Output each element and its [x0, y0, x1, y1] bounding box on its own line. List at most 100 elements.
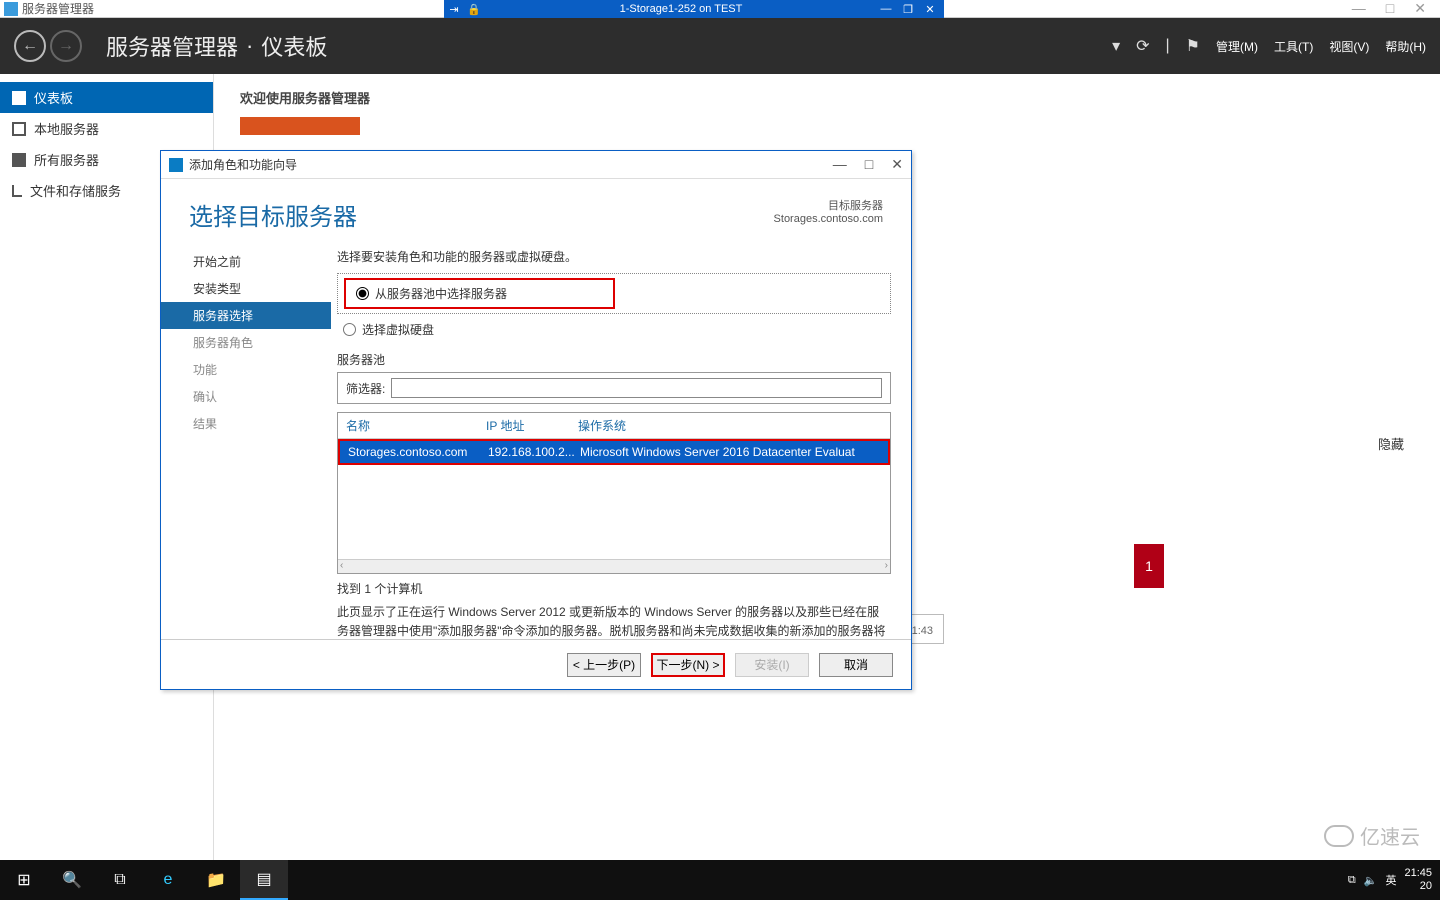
radio-vhd-label: 选择虚拟硬盘 — [362, 321, 434, 338]
server-pool-label: 服务器池 — [337, 351, 891, 368]
wizard-heading: 选择目标服务器 — [189, 197, 357, 232]
server-icon — [12, 122, 26, 136]
menu-view[interactable]: 视图(V) — [1329, 38, 1369, 55]
remote-close-button[interactable]: ✕ — [922, 3, 938, 16]
add-roles-wizard: 添加角色和功能向导 — □ ✕ 选择目标服务器 目标服务器 Storages.c… — [160, 150, 912, 690]
breadcrumb-sep: · — [246, 33, 253, 59]
tray-network-icon[interactable]: ⧉ — [1348, 874, 1356, 887]
wizard-icon — [169, 158, 183, 172]
next-button[interactable]: 下一步(N) > — [651, 653, 725, 677]
remote-minimize-button[interactable]: — — [878, 3, 894, 16]
start-button[interactable]: ⊞ — [0, 860, 48, 900]
wizard-step-features: 功能 — [185, 356, 331, 383]
wizard-footer: < 上一步(P) 下一步(N) > 安装(I) 取消 — [161, 639, 911, 689]
cell-ip: 192.168.100.2... — [488, 445, 580, 459]
target-server-label: 目标服务器 — [774, 197, 883, 213]
wizard-nav: 开始之前 安装类型 服务器选择 服务器角色 功能 确认 结果 — [161, 236, 331, 639]
filter-row: 筛选器: — [337, 372, 891, 404]
dropdown-icon[interactable]: ▾ — [1112, 36, 1120, 56]
servers-icon — [12, 153, 26, 167]
tray-volume-icon[interactable]: 🔈 — [1364, 874, 1378, 887]
col-name[interactable]: 名称 — [346, 417, 486, 434]
cell-os: Microsoft Windows Server 2016 Datacenter… — [580, 445, 880, 459]
cell-name: Storages.contoso.com — [348, 445, 488, 459]
breadcrumb-app[interactable]: 服务器管理器 — [106, 30, 238, 62]
refresh-icon[interactable]: ⟳ — [1136, 36, 1149, 56]
outer-window-title: 服务器管理器 — [22, 0, 94, 17]
watermark-text: 亿速云 — [1360, 821, 1420, 850]
prev-button[interactable]: < 上一步(P) — [567, 653, 641, 677]
col-os[interactable]: 操作系统 — [578, 417, 626, 434]
radio-vhd-input[interactable] — [343, 323, 356, 336]
clock[interactable]: 21:45 20 — [1404, 867, 1432, 893]
wizard-description: 选择要安装角色和功能的服务器或虚拟硬盘。 — [337, 248, 891, 265]
wizard-maximize-button[interactable]: □ — [865, 156, 873, 173]
wizard-step-results: 结果 — [185, 410, 331, 437]
nav-back-button[interactable]: ← — [14, 30, 46, 62]
sidebar-item-label: 文件和存储服务 — [30, 181, 121, 200]
outer-maximize-button[interactable]: □ — [1386, 0, 1394, 17]
found-count: 找到 1 个计算机 — [337, 580, 891, 597]
taskbar: ⊞ 🔍 ⧉ e 📁 ▤ ⧉ 🔈 英 21:45 20 — [0, 860, 1440, 900]
wizard-title: 添加角色和功能向导 — [189, 156, 297, 173]
radio-pool-input[interactable] — [356, 287, 369, 300]
dashboard-icon — [12, 91, 26, 105]
remote-connection-bar[interactable]: ⇥ 🔒 1-Storage1-252 on TEST — ❐ ✕ — [444, 0, 944, 18]
menu-tools[interactable]: 工具(T) — [1274, 38, 1313, 55]
sidebar-item-local-server[interactable]: 本地服务器 — [0, 113, 213, 144]
watermark: 亿速云 — [1324, 821, 1420, 850]
outer-close-button[interactable]: ✕ — [1414, 0, 1426, 17]
col-ip[interactable]: IP 地址 — [486, 417, 578, 434]
taskbar-ie[interactable]: e — [144, 860, 192, 900]
outer-minimize-button[interactable]: — — [1352, 0, 1366, 17]
server-manager-header: ← → 服务器管理器 · 仪表板 ▾ ⟳ | ⚑ 管理(M) 工具(T) 视图(… — [0, 18, 1440, 74]
wizard-step-before-you-begin[interactable]: 开始之前 — [185, 248, 331, 275]
alert-badge[interactable]: 1 — [1134, 544, 1164, 588]
breadcrumb-page[interactable]: 仪表板 — [261, 30, 327, 62]
pin-icon[interactable]: ⇥ — [444, 3, 464, 16]
filter-input[interactable] — [391, 378, 882, 398]
storage-icon — [12, 185, 22, 197]
wizard-titlebar[interactable]: 添加角色和功能向导 — □ ✕ — [161, 151, 911, 179]
menu-help[interactable]: 帮助(H) — [1385, 38, 1426, 55]
welcome-heading: 欢迎使用服务器管理器 — [240, 88, 1414, 107]
install-button: 安装(I) — [735, 653, 809, 677]
radio-select-from-pool[interactable]: 从服务器池中选择服务器 — [350, 282, 513, 305]
wizard-step-installation-type[interactable]: 安装类型 — [185, 275, 331, 302]
server-pool-table: 名称 IP 地址 操作系统 Storages.contoso.com 192.1… — [337, 412, 891, 574]
flag-icon[interactable]: ⚑ — [1186, 36, 1200, 56]
clock-time: 21:45 — [1404, 867, 1432, 880]
wizard-step-confirmation: 确认 — [185, 383, 331, 410]
menu-manage[interactable]: 管理(M) — [1216, 38, 1258, 55]
clock-date: 20 — [1404, 880, 1432, 893]
remote-title: 1-Storage1-252 on TEST — [484, 3, 878, 15]
lock-icon: 🔒 — [464, 3, 484, 16]
ime-indicator[interactable]: 英 — [1385, 872, 1396, 888]
server-row[interactable]: Storages.contoso.com 192.168.100.2... Mi… — [338, 439, 890, 465]
filter-label: 筛选器: — [346, 380, 385, 397]
taskbar-explorer[interactable]: 📁 — [192, 860, 240, 900]
breadcrumb: 服务器管理器 · 仪表板 — [106, 30, 327, 62]
wizard-step-server-selection[interactable]: 服务器选择 — [161, 302, 331, 329]
remote-restore-button[interactable]: ❐ — [900, 3, 916, 16]
wizard-close-button[interactable]: ✕ — [891, 156, 903, 173]
nav-forward-button[interactable]: → — [50, 30, 82, 62]
app-icon — [4, 2, 18, 16]
radio-pool-label: 从服务器池中选择服务器 — [375, 285, 507, 302]
divider: | — [1166, 37, 1170, 55]
target-server-value: Storages.contoso.com — [774, 213, 883, 225]
task-view-button[interactable]: ⧉ — [96, 860, 144, 900]
hide-link[interactable]: 隐藏 — [1378, 434, 1404, 453]
radio-select-vhd[interactable]: 选择虚拟硬盘 — [337, 318, 891, 341]
sidebar-item-label: 所有服务器 — [34, 150, 99, 169]
sidebar-item-label: 本地服务器 — [34, 119, 99, 138]
watermark-icon — [1324, 825, 1354, 847]
taskbar-server-manager[interactable]: ▤ — [240, 860, 288, 900]
horizontal-scrollbar[interactable]: ‹› — [338, 559, 890, 573]
search-button[interactable]: 🔍 — [48, 860, 96, 900]
cancel-button[interactable]: 取消 — [819, 653, 893, 677]
wizard-minimize-button[interactable]: — — [833, 156, 847, 173]
wizard-note: 此页显示了正在运行 Windows Server 2012 或更新版本的 Win… — [337, 603, 891, 639]
sidebar-item-dashboard[interactable]: 仪表板 — [0, 82, 213, 113]
quick-start-banner — [240, 117, 360, 135]
